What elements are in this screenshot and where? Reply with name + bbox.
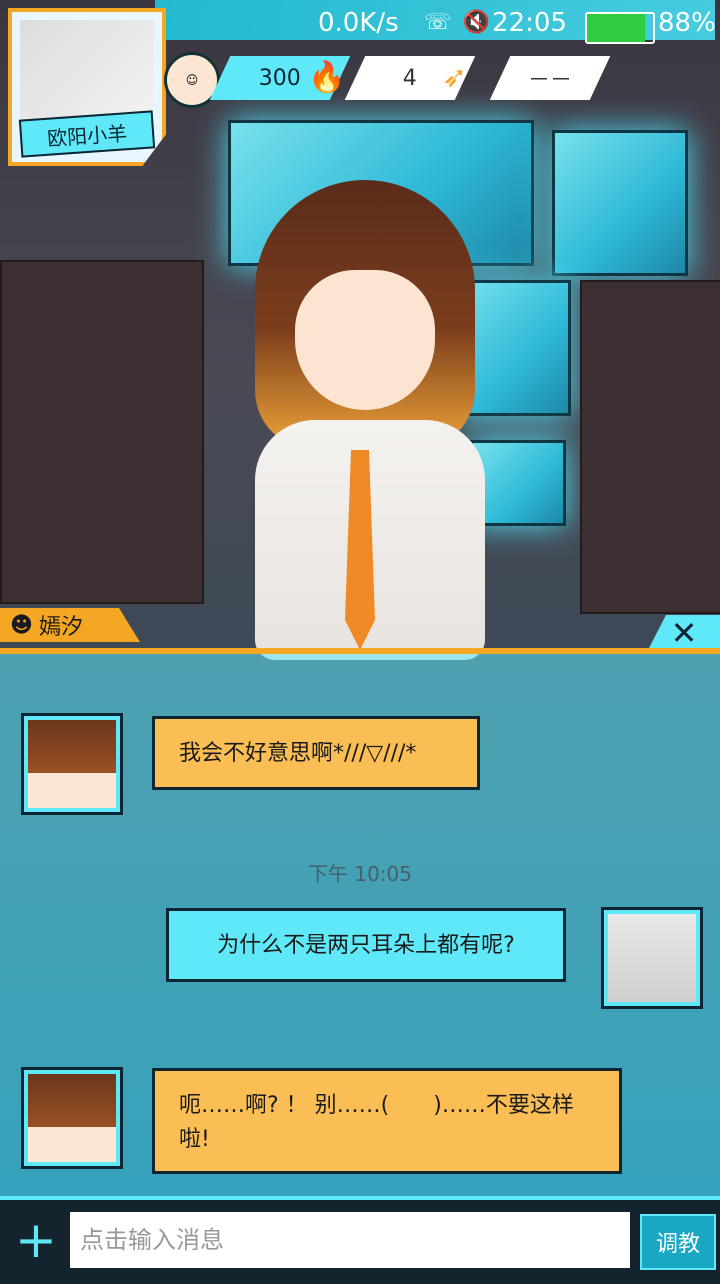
plus-button[interactable]: + xyxy=(10,1211,62,1269)
character-face xyxy=(295,270,435,410)
girl-avatar[interactable] xyxy=(21,1067,123,1169)
stats-hud: ☺ 300 🔥 4 ➶ －－ xyxy=(160,40,720,110)
stat-affection-value: 300 xyxy=(259,65,301,91)
clock: 22:05 xyxy=(492,8,567,38)
speaker-tag: ☻ 嫣汐 xyxy=(0,608,140,642)
chat-timestamp: 下午 10:05 xyxy=(308,862,412,886)
stat-wing: －－ xyxy=(489,56,611,100)
input-bar: + 调教 xyxy=(0,1196,720,1284)
train-button[interactable]: 调教 xyxy=(640,1214,716,1270)
speaker-name: 嫣汐 xyxy=(38,615,83,640)
network-speed: 0.0K/s xyxy=(318,8,399,38)
battery-fill xyxy=(587,14,646,42)
status-icons: ☏ 🔇 xyxy=(424,10,492,35)
chat-bubble-user: 为什么不是两只耳朵上都有呢? xyxy=(166,908,566,982)
fire-icon: 🔥 xyxy=(308,60,346,95)
bookshelf xyxy=(580,280,720,614)
bookshelf xyxy=(0,260,204,604)
chat-bubble-girl: 呃……啊? ！ 别……( )……不要这样啦! xyxy=(152,1068,622,1174)
stat-wing-value: －－ xyxy=(527,68,572,93)
girl-avatar[interactable] xyxy=(21,713,123,815)
chat-bubble-girl: 我会不好意思啊*///▽///* xyxy=(152,716,480,790)
battery-percent: 88% xyxy=(658,8,716,38)
user-avatar[interactable] xyxy=(601,907,703,1009)
stat-fire-value: 4 xyxy=(403,65,417,91)
message-input[interactable] xyxy=(70,1212,630,1268)
wing-icon: ➶ xyxy=(442,60,468,95)
holo-monitor xyxy=(552,130,688,276)
profile-photo xyxy=(20,20,154,120)
speaker-icon: ☻ xyxy=(10,612,33,638)
